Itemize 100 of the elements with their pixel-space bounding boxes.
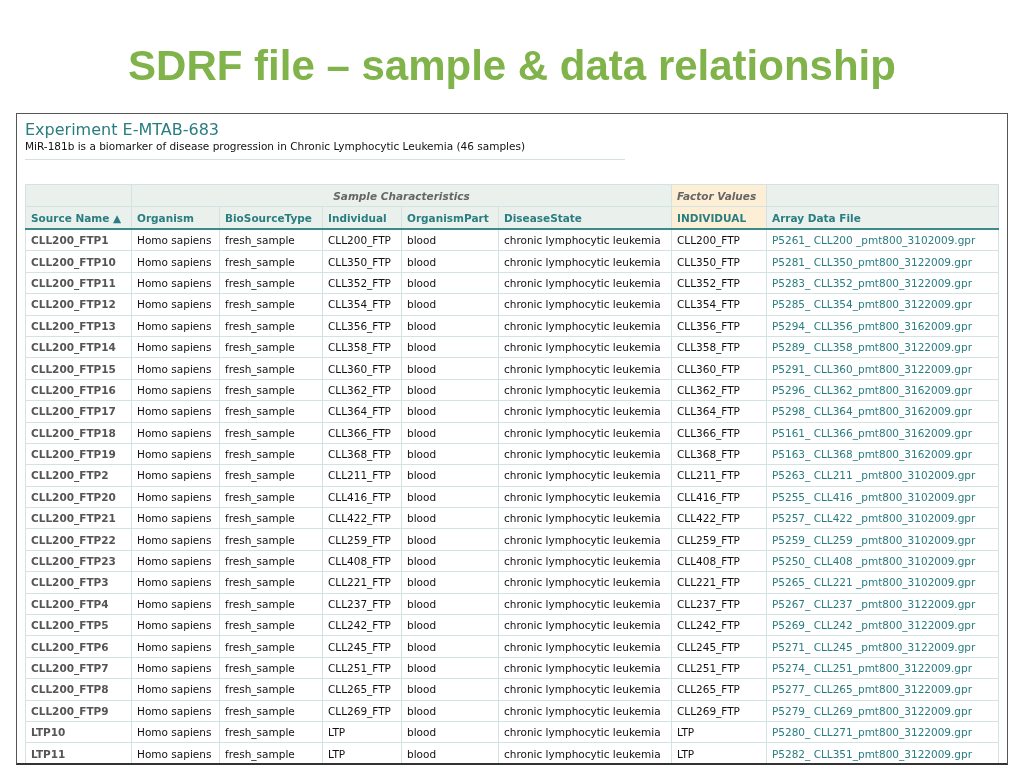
- file-link[interactable]: P5283_ CLL352_pmt800_3122009.gpr: [766, 272, 999, 294]
- table-cell: CLL368_FTP: [671, 443, 767, 465]
- file-link[interactable]: P5296_ CLL362_pmt800_3162009.gpr: [766, 379, 999, 401]
- table-cell: Homo sapiens: [131, 635, 220, 658]
- table-cell: fresh_sample: [219, 571, 323, 594]
- table-cell: blood: [401, 336, 499, 358]
- file-link[interactable]: P5298_ CLL364_pmt800_3162009.gpr: [766, 400, 999, 422]
- table-cell: CLL416_FTP: [671, 486, 767, 508]
- table-cell: CLL352_FTP: [322, 272, 402, 294]
- file-link[interactable]: P5291_ CLL360_pmt800_3122009.gpr: [766, 357, 999, 380]
- table-cell: CLL352_FTP: [671, 272, 767, 294]
- table-cell: fresh_sample: [219, 422, 323, 444]
- table-cell: Homo sapiens: [131, 593, 220, 615]
- table-cell: CLL358_FTP: [671, 336, 767, 358]
- table-cell: chronic lymphocytic leukemia: [498, 315, 672, 337]
- table-cell: fresh_sample: [219, 315, 323, 337]
- table-cell: CLL200_FTP15: [25, 357, 132, 380]
- table-cell: Homo sapiens: [131, 678, 220, 701]
- table-cell: blood: [401, 635, 499, 658]
- table-cell: chronic lymphocytic leukemia: [498, 614, 672, 636]
- file-link[interactable]: P5265_ CLL221 _pmt800_3102009.gpr: [766, 571, 999, 594]
- column-header[interactable]: Source Name ▲: [25, 206, 132, 229]
- table-cell: blood: [401, 293, 499, 316]
- table-cell: fresh_sample: [219, 614, 323, 636]
- table-cell: Homo sapiens: [131, 550, 220, 572]
- table-cell: CLL211_FTP: [322, 464, 402, 487]
- table-cell: blood: [401, 422, 499, 444]
- table-cell: Homo sapiens: [131, 614, 220, 636]
- table-cell: CLL422_FTP: [322, 507, 402, 529]
- file-link[interactable]: P5261_ CLL200 _pmt800_3102009.gpr: [766, 229, 999, 251]
- file-link[interactable]: P5267_ CLL237 _pmt800_3122009.gpr: [766, 593, 999, 615]
- table-cell: CLL360_FTP: [671, 357, 767, 380]
- table-cell: blood: [401, 721, 499, 743]
- file-link[interactable]: P5289_ CLL358_pmt800_3122009.gpr: [766, 336, 999, 358]
- table-cell: CLL200_FTP3: [25, 571, 132, 594]
- table-cell: blood: [401, 571, 499, 594]
- table-cell: fresh_sample: [219, 593, 323, 615]
- file-link[interactable]: P5279_ CLL269_pmt800_3122009.gpr: [766, 700, 999, 722]
- table-cell: blood: [401, 379, 499, 401]
- file-link[interactable]: P5259_ CLL259 _pmt800_3102009.gpr: [766, 528, 999, 551]
- table-cell: Homo sapiens: [131, 507, 220, 529]
- table-cell: blood: [401, 229, 499, 251]
- table-cell: chronic lymphocytic leukemia: [498, 272, 672, 294]
- table-cell: blood: [401, 486, 499, 508]
- table-cell: CLL200_FTP16: [25, 379, 132, 401]
- table-cell: fresh_sample: [219, 635, 323, 658]
- table-cell: fresh_sample: [219, 700, 323, 722]
- table-cell: fresh_sample: [219, 464, 323, 487]
- file-link[interactable]: P5269_ CLL242 _pmt800_3122009.gpr: [766, 614, 999, 636]
- file-link[interactable]: P5274_ CLL251_pmt800_3122009.gpr: [766, 657, 999, 679]
- table-cell: fresh_sample: [219, 528, 323, 551]
- table-cell: Homo sapiens: [131, 464, 220, 487]
- table-cell: CLL360_FTP: [322, 357, 402, 380]
- table-cell: CLL364_FTP: [322, 400, 402, 422]
- table-cell: chronic lymphocytic leukemia: [498, 507, 672, 529]
- column-header[interactable]: Array Data File: [766, 206, 999, 229]
- table-cell: Homo sapiens: [131, 528, 220, 551]
- table-cell: CLL242_FTP: [322, 614, 402, 636]
- table-cell: Homo sapiens: [131, 357, 220, 380]
- file-link[interactable]: P5281_ CLL350_pmt800_3122009.gpr: [766, 250, 999, 273]
- table-cell: CLL259_FTP: [322, 528, 402, 551]
- table-cell: LTP11: [25, 742, 132, 763]
- file-link[interactable]: P5263_ CLL211 _pmt800_3102009.gpr: [766, 464, 999, 487]
- column-header[interactable]: DiseaseState: [498, 206, 672, 229]
- file-link[interactable]: P5257_ CLL422 _pmt800_3102009.gpr: [766, 507, 999, 529]
- table-cell: CLL200_FTP10: [25, 250, 132, 273]
- table-cell: blood: [401, 678, 499, 701]
- table-cell: CLL354_FTP: [322, 293, 402, 316]
- table-cell: CLL242_FTP: [671, 614, 767, 636]
- table-cell: CLL416_FTP: [322, 486, 402, 508]
- table-cell: fresh_sample: [219, 486, 323, 508]
- table-cell: CLL358_FTP: [322, 336, 402, 358]
- file-link[interactable]: P5163_ CLL368_pmt800_3162009.gpr: [766, 443, 999, 465]
- table-cell: CLL356_FTP: [671, 315, 767, 337]
- table-cell: CLL265_FTP: [671, 678, 767, 701]
- file-link[interactable]: P5255_ CLL416 _pmt800_3102009.gpr: [766, 486, 999, 508]
- table-cell: fresh_sample: [219, 272, 323, 294]
- table-cell: CLL200_FTP19: [25, 443, 132, 465]
- file-link[interactable]: P5280_ CLL271_pmt800_3122009.gpr: [766, 721, 999, 743]
- file-link[interactable]: P5294_ CLL356_pmt800_3162009.gpr: [766, 315, 999, 337]
- table-cell: blood: [401, 507, 499, 529]
- file-link[interactable]: P5277_ CLL265_pmt800_3122009.gpr: [766, 678, 999, 701]
- experiment-description: MiR-181b is a biomarker of disease progression in Chronic Lymphocytic Leukemia (46 samples): [25, 139, 526, 153]
- table-cell: CLL350_FTP: [671, 250, 767, 273]
- table-cell: Homo sapiens: [131, 293, 220, 316]
- file-link[interactable]: P5285_ CLL354_pmt800_3122009.gpr: [766, 293, 999, 316]
- file-link[interactable]: P5271_ CLL245 _pmt800_3122009.gpr: [766, 635, 999, 658]
- table-cell: chronic lymphocytic leukemia: [498, 721, 672, 743]
- file-link[interactable]: P5250_ CLL408 _pmt800_3102009.gpr: [766, 550, 999, 572]
- table-cell: Homo sapiens: [131, 250, 220, 273]
- table-cell: CLL200_FTP7: [25, 657, 132, 679]
- table-cell: fresh_sample: [219, 657, 323, 679]
- table-cell: Homo sapiens: [131, 443, 220, 465]
- table-cell: chronic lymphocytic leukemia: [498, 593, 672, 615]
- table-cell: Homo sapiens: [131, 721, 220, 743]
- table-cell: fresh_sample: [219, 400, 323, 422]
- table-cell: fresh_sample: [219, 550, 323, 572]
- table-cell: CLL200_FTP1: [25, 229, 132, 251]
- table-cell: chronic lymphocytic leukemia: [498, 357, 672, 380]
- file-link[interactable]: P5161_ CLL366_pmt800_3162009.gpr: [766, 422, 999, 444]
